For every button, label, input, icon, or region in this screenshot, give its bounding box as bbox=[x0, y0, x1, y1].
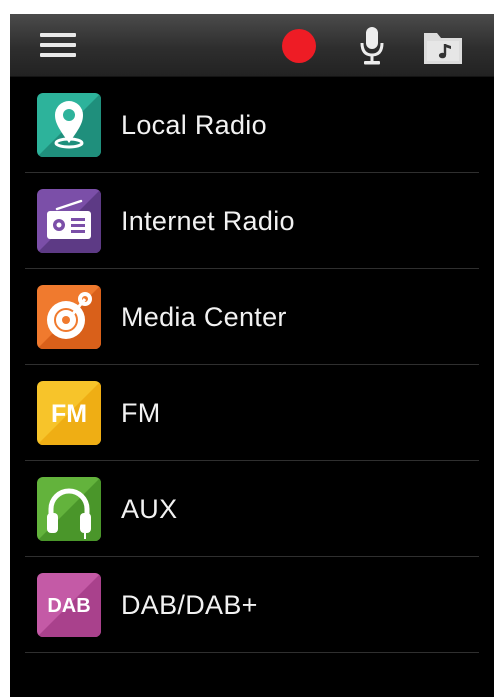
source-menu-list: Local Radio Internet Radio Media Center … bbox=[10, 77, 494, 653]
menu-item-aux[interactable]: AUX bbox=[10, 461, 494, 557]
fm-icon: FM bbox=[37, 381, 101, 445]
location-pin-icon bbox=[37, 93, 101, 157]
menu-item-media-center[interactable]: Media Center bbox=[10, 269, 494, 365]
radio-icon bbox=[37, 189, 101, 253]
headphones-icon bbox=[37, 477, 101, 541]
music-folder-icon[interactable] bbox=[423, 29, 463, 65]
menu-item-label: AUX bbox=[121, 494, 178, 524]
menu-item-dab[interactable]: DAB DAB/DAB+ bbox=[10, 557, 494, 653]
menu-item-local-radio[interactable]: Local Radio bbox=[10, 77, 494, 173]
record-icon[interactable] bbox=[282, 29, 316, 63]
menu-item-label: Internet Radio bbox=[121, 206, 295, 236]
menu-item-label: Local Radio bbox=[121, 110, 267, 140]
microphone-icon[interactable] bbox=[358, 26, 386, 66]
hamburger-line bbox=[40, 33, 76, 37]
dab-icon-text: DAB bbox=[47, 595, 90, 617]
menu-item-label: FM bbox=[121, 398, 161, 428]
disc-icon bbox=[37, 285, 101, 349]
app-screen: Local Radio Internet Radio Media Center … bbox=[10, 14, 494, 697]
menu-item-label: DAB/DAB+ bbox=[121, 590, 258, 620]
menu-item-fm[interactable]: FM FM bbox=[10, 365, 494, 461]
fm-icon-text: FM bbox=[51, 400, 87, 428]
dab-icon: DAB bbox=[37, 573, 101, 637]
menu-item-internet-radio[interactable]: Internet Radio bbox=[10, 173, 494, 269]
menu-item-label: Media Center bbox=[121, 302, 287, 332]
divider bbox=[25, 652, 479, 653]
hamburger-menu-icon[interactable] bbox=[40, 31, 76, 59]
hamburger-line bbox=[40, 43, 76, 47]
hamburger-line bbox=[40, 53, 76, 57]
toolbar bbox=[10, 14, 494, 77]
